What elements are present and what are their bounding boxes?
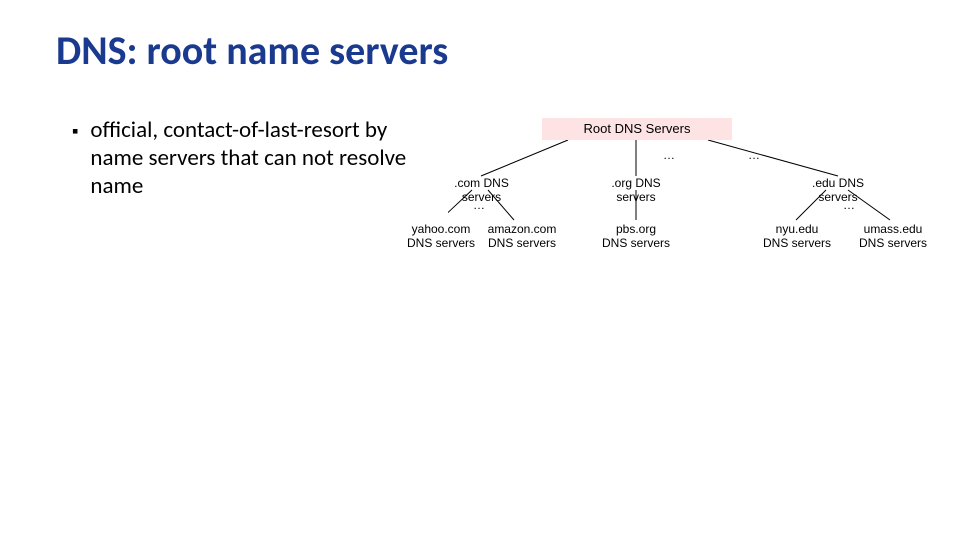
leaf-nyu: nyu.edu DNS servers [762, 222, 832, 250]
leaf-amazon-l1: amazon.com [488, 222, 557, 236]
leaf-yahoo: yahoo.com DNS servers [406, 222, 476, 250]
slide-title: DNS: root name servers [56, 26, 448, 75]
ellipsis-edu: … [843, 198, 855, 212]
leaf-amazon: amazon.com DNS servers [482, 222, 562, 250]
root-node: Root DNS Servers [542, 118, 732, 140]
leaf-umass-l2: DNS servers [859, 236, 927, 250]
leaf-umass: umass.edu DNS servers [856, 222, 930, 250]
bullet-item: ▪ official, contact-of-last-resort by na… [72, 116, 432, 200]
leaf-amazon-l2: DNS servers [488, 236, 556, 250]
leaf-nyu-l1: nyu.edu [776, 222, 819, 236]
leaf-yahoo-l2: DNS servers [407, 236, 475, 250]
leaf-umass-l1: umass.edu [864, 222, 923, 236]
tld-edu: .edu DNS servers [792, 176, 884, 204]
leaf-pbs-l1: pbs.org [616, 222, 656, 236]
bullet-block: ▪ official, contact-of-last-resort by na… [72, 116, 432, 200]
ellipsis-com: … [473, 198, 485, 212]
bullet-marker: ▪ [72, 116, 78, 146]
leaf-yahoo-l1: yahoo.com [412, 222, 471, 236]
tld-org: .org DNS servers [590, 176, 682, 204]
dns-tree-diagram: Root DNS Servers … … .com DNS servers .o… [448, 108, 948, 308]
leaf-nyu-l2: DNS servers [763, 236, 831, 250]
ellipsis-root-2: … [748, 148, 760, 162]
bullet-text: official, contact-of-last-resort by name… [90, 116, 432, 200]
ellipsis-root-1: … [663, 148, 675, 162]
leaf-pbs-l2: DNS servers [602, 236, 670, 250]
leaf-pbs: pbs.org DNS servers [600, 222, 672, 250]
